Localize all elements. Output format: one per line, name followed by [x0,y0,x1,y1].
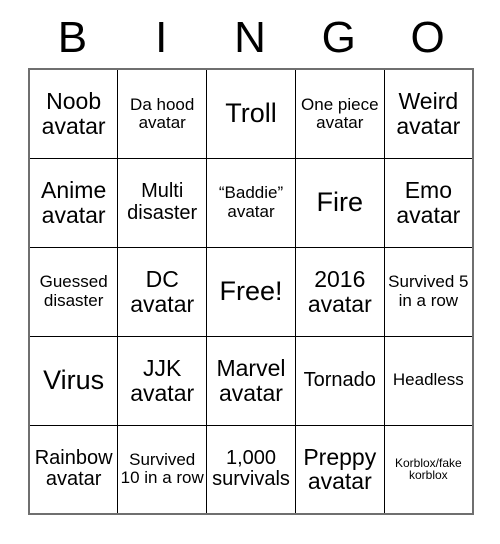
bingo-cell-label: Preppy avatar [303,443,377,495]
bingo-cell-label: 2016 avatar [307,266,372,317]
header-letter-o: O [410,13,445,62]
bingo-cell-free[interactable]: Free! [206,246,296,337]
bingo-cell[interactable]: Survived 10 in a row [117,424,208,515]
bingo-cell[interactable]: Emo avatar [383,157,474,248]
bingo-cell[interactable]: 2016 avatar [294,246,385,337]
bingo-cell-label: Noob avatar [41,88,106,139]
bingo-cell[interactable]: Weird avatar [383,68,474,159]
header-letter-b: B [57,13,88,62]
bingo-cell[interactable]: “Baddie” avatar [206,157,296,248]
bingo-cell-label: Guessed disaster [39,272,108,310]
bingo-cell[interactable]: DC avatar [117,246,208,337]
bingo-cell[interactable]: Marvel avatar [206,335,296,426]
header-letter-n: N [234,13,266,62]
bingo-cell-label: Survived 5 in a row [388,272,469,310]
bingo-cell-label: One piece avatar [301,94,379,132]
bingo-cell-label: Marvel avatar [216,355,286,406]
bingo-cell-label: Weird avatar [396,88,461,139]
bingo-cell[interactable]: Da hood avatar [117,68,208,159]
bingo-cell-label: Emo avatar [396,177,461,228]
bingo-cell[interactable]: Guessed disaster [28,246,119,337]
bingo-row: Rainbow avatar Survived 10 in a row 1,00… [28,424,474,515]
bingo-header: B I N G O [28,8,472,68]
bingo-cell[interactable]: Tornado [294,335,385,426]
bingo-cell[interactable]: 1,000 survivals [206,424,296,515]
header-letter-i: I [155,13,168,62]
bingo-cell[interactable]: Virus [28,335,119,426]
bingo-cell[interactable]: Korblox/fake korblox [383,424,474,515]
bingo-cell-label: Troll [225,98,277,129]
bingo-cell[interactable]: Rainbow avatar [28,424,119,515]
bingo-cell-label: Virus [43,365,105,396]
bingo-cell-label: Da hood avatar [130,94,195,132]
bingo-cell[interactable]: One piece avatar [294,68,385,159]
bingo-cell-label: JJK avatar [130,355,195,406]
bingo-cell-label: “Baddie” avatar [218,183,284,221]
bingo-cell-label: Survived 10 in a row [120,450,204,488]
header-letter-g: G [321,13,356,62]
bingo-cell-label: DC avatar [130,266,195,317]
bingo-cell[interactable]: Anime avatar [28,157,119,248]
bingo-cell-label: Fire [316,187,364,218]
bingo-cell-label: Korblox/fake korblox [394,455,462,483]
bingo-grid: Noob avatar Da hood avatar Troll One pie… [28,68,474,515]
bingo-cell-label: Rainbow avatar [34,447,113,491]
bingo-cell[interactable]: Survived 5 in a row [383,246,474,337]
bingo-cell-label: Headless [392,370,464,390]
bingo-cell[interactable]: Preppy avatar [294,424,385,515]
bingo-cell-label: Multi disaster [127,180,198,224]
bingo-row: Anime avatar Multi disaster “Baddie” ava… [28,157,474,248]
bingo-cell-label: 1,000 survivals [212,447,290,491]
bingo-cell-label: Anime avatar [41,177,107,228]
bingo-cell[interactable]: Troll [206,68,296,159]
bingo-cell[interactable]: Fire [294,157,385,248]
bingo-cell[interactable]: Multi disaster [117,157,208,248]
bingo-cell[interactable]: JJK avatar [117,335,208,426]
bingo-cell-label: Tornado [303,368,376,391]
bingo-row: Guessed disaster DC avatar Free! 2016 av… [28,246,474,337]
bingo-card: B I N G O Noob avatar Da hood avatar Tro… [28,8,474,515]
bingo-row: Noob avatar Da hood avatar Troll One pie… [28,68,474,159]
bingo-cell[interactable]: Headless [383,335,474,426]
bingo-cell-label: Free! [219,276,283,307]
bingo-cell[interactable]: Noob avatar [28,68,119,159]
bingo-row: Virus JJK avatar Marvel avatar Tornado H… [28,335,474,426]
